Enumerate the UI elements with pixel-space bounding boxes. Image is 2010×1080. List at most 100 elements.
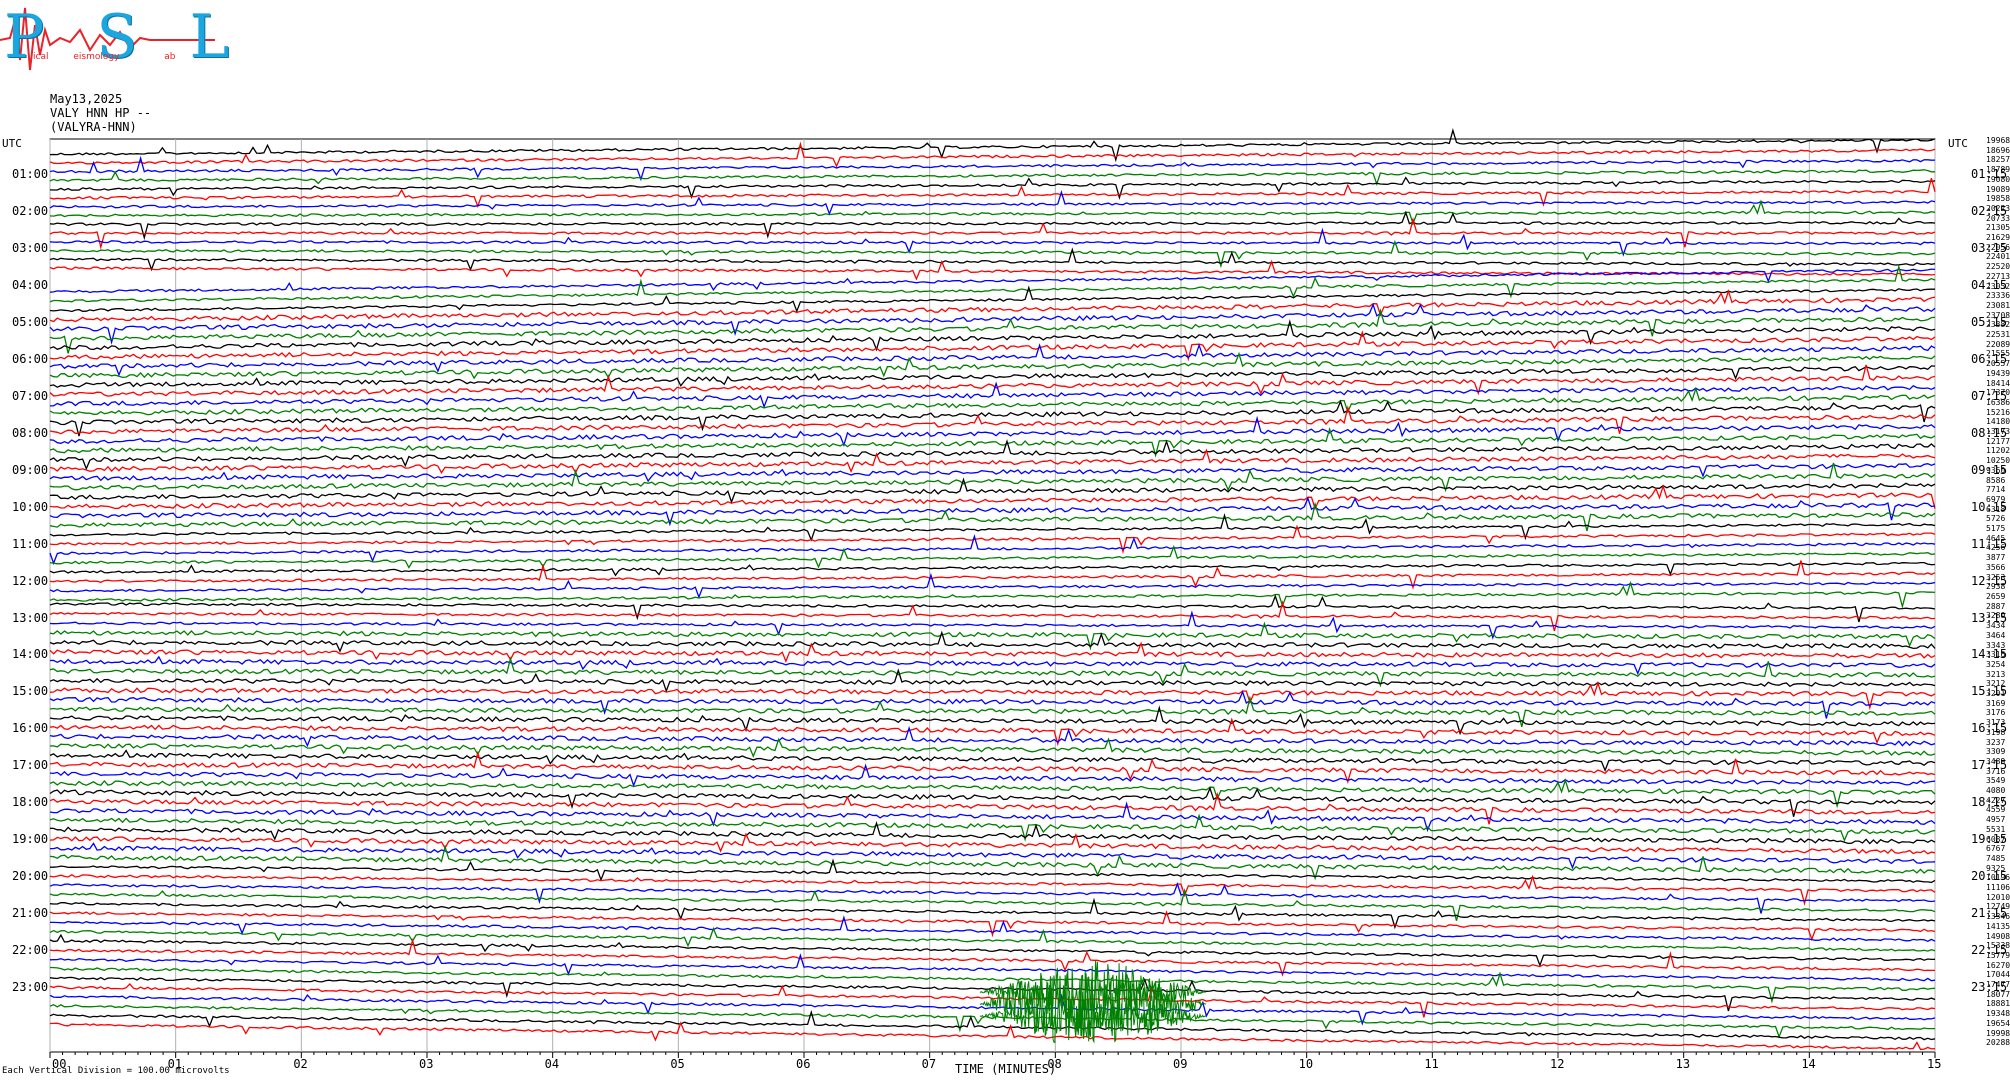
right-row-value: 10250: [1986, 456, 2010, 466]
trace-row: [49, 933, 1936, 968]
x-tick-label: 09: [1173, 1057, 1187, 1071]
right-row-value: 7714: [1986, 485, 2006, 495]
right-row-value: 19080: [1986, 174, 2010, 184]
right-row-value: 6087: [1986, 834, 2006, 844]
left-hour-label: 20:00: [12, 869, 49, 884]
right-row-value: 3212: [1986, 679, 2006, 689]
right-row-value: 21305: [1986, 223, 2010, 233]
right-row-value: 3169: [1986, 698, 2006, 708]
trace-row: [49, 655, 1936, 676]
trace-row: [49, 1003, 1935, 1039]
right-row-value: 3213: [1986, 669, 2006, 679]
right-row-value: 11106: [1986, 883, 2010, 893]
right-row-value: 20557: [1986, 359, 2010, 369]
left-hour-label: 09:00: [12, 462, 49, 477]
right-row-value: 14908: [1986, 931, 2010, 941]
right-row-value: 12177: [1986, 436, 2010, 446]
right-row-value: 5726: [1986, 514, 2006, 524]
x-tick-label: 03: [419, 1057, 433, 1071]
right-row-value: 19654: [1986, 1018, 2010, 1028]
x-tick-label: 02: [293, 1057, 307, 1071]
x-tick-label: 13: [1676, 1057, 1690, 1071]
right-row-value: 15216: [1986, 407, 2010, 417]
right-row-value: 22520: [1986, 262, 2010, 272]
trace-row: [49, 365, 1936, 388]
right-row-value: 3566: [1986, 562, 2006, 572]
right-row-value: 23336: [1986, 291, 2010, 301]
left-hour-label: 06:00: [12, 351, 49, 366]
right-row-value: 15338: [1986, 941, 2010, 951]
x-tick-label: 10: [1299, 1057, 1313, 1071]
right-row-value: 3173: [1986, 718, 2006, 728]
right-row-value: 22056: [1986, 242, 2010, 252]
right-row-value: 11202: [1986, 446, 2010, 456]
left-hour-label: 19:00: [12, 832, 49, 847]
x-tick-label: 04: [545, 1057, 559, 1071]
right-row-value: 3489: [1986, 756, 2006, 766]
right-row-value: 4227: [1986, 795, 2006, 805]
right-row-value: 8586: [1986, 475, 2006, 485]
left-hour-label: 11:00: [12, 536, 49, 551]
right-row-value: 18789: [1986, 165, 2010, 175]
right-row-value: 9360: [1986, 465, 2006, 475]
trace-row: [49, 512, 1936, 542]
right-row-value: 3253: [1986, 572, 2006, 582]
trace-row: [49, 439, 1936, 471]
right-row-value: 16270: [1986, 960, 2010, 970]
vertical-scale-note: Each Vertical Division = 100.00 microvol…: [2, 1066, 230, 1076]
right-row-value: 18696: [1986, 145, 2010, 155]
right-row-value: 19858: [1986, 194, 2010, 204]
left-hour-label: 13:00: [12, 610, 49, 625]
trace-row: [49, 695, 1936, 727]
helicorder-plot: 00 01 02 03 04 05 06 07 08 09 10 11 12 13 14 15: [49, 128, 1941, 1071]
right-row-value: 3176: [1986, 708, 2006, 718]
trace-row: [49, 128, 1936, 163]
right-row-value: 5531: [1986, 824, 2006, 834]
right-row-value: 3316: [1986, 650, 2006, 660]
right-row-value: 9325: [1986, 863, 2006, 873]
trace-row: [49, 749, 1936, 773]
right-row-value: 19348: [1986, 1009, 2010, 1019]
trace-row: [49, 561, 1936, 577]
trace-row: [49, 680, 1936, 711]
right-row-value: 16386: [1986, 397, 2010, 407]
right-row-value: 10196: [1986, 873, 2010, 883]
right-row-value: 3280: [1986, 611, 2006, 621]
left-hour-label: 21:00: [12, 906, 49, 921]
trace-row: [49, 737, 1936, 759]
left-hour-label: 18:00: [12, 795, 49, 810]
x-tick-label: 07: [922, 1057, 936, 1071]
right-row-value: 23081: [1986, 300, 2010, 310]
left-hour-label: 22:00: [12, 943, 49, 958]
right-row-value: 15779: [1986, 950, 2010, 960]
right-row-value: 18414: [1986, 378, 2010, 388]
trace-row: [49, 308, 1936, 354]
right-row-value: 4957: [1986, 815, 2006, 825]
right-row-value: 17370: [1986, 388, 2010, 398]
right-row-value: 3343: [1986, 640, 2006, 650]
left-hour-label: 15:00: [12, 684, 49, 699]
right-row-value: 6767: [1986, 844, 2006, 854]
right-row-value: 3434: [1986, 621, 2006, 631]
right-row-value: 22531: [1986, 330, 2010, 340]
trace-row: [49, 580, 1936, 610]
x-axis-label: TIME (MINUTES): [955, 1062, 1057, 1076]
right-row-value: 21629: [1986, 233, 2010, 243]
right-row-value: 12749: [1986, 902, 2010, 912]
right-row-value: 18257: [1986, 155, 2010, 165]
right-row-value: 6318: [1986, 504, 2006, 514]
right-row-value: 12010: [1986, 892, 2010, 902]
right-row-value: 22401: [1986, 252, 2010, 262]
right-row-value: 4559: [1986, 805, 2006, 815]
right-row-value: 23708: [1986, 310, 2010, 320]
right-row-value: 3716: [1986, 766, 2006, 776]
right-row-value: 6979: [1986, 494, 2006, 504]
right-row-value: 17044: [1986, 970, 2010, 980]
right-row-value: 2659: [1986, 592, 2006, 601]
right-row-value: 18881: [1986, 999, 2010, 1009]
left-hour-label: 08:00: [12, 425, 49, 440]
trace-row: [49, 641, 1936, 663]
right-row-value: 21555: [1986, 349, 2010, 359]
trace-row: [49, 801, 1936, 833]
right-row-value: 22713: [1986, 271, 2010, 281]
